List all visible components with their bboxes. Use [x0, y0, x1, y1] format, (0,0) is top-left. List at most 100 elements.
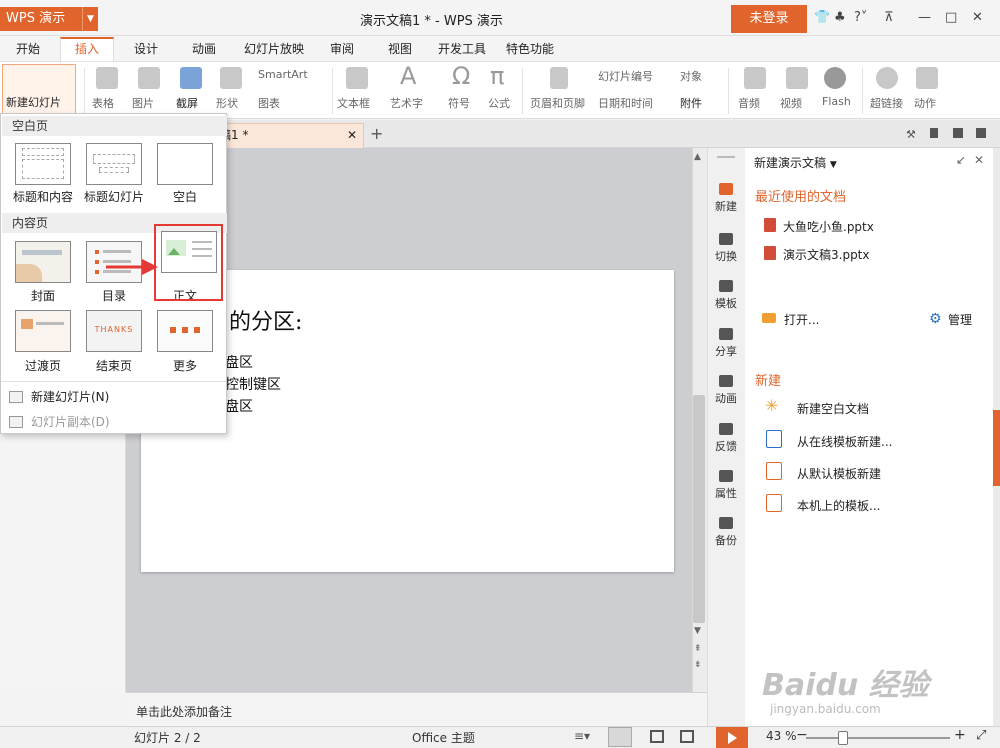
screenshot-button[interactable]: 截屏 — [176, 95, 198, 111]
tab-slideshow[interactable]: 幻灯片放映 — [244, 40, 304, 57]
zoom-level[interactable]: 43 % — [766, 729, 797, 743]
side-animation-button[interactable]: 动画 — [707, 375, 745, 406]
play-slideshow-button[interactable] — [716, 727, 748, 748]
prev-slide-icon[interactable]: ⇞ — [694, 644, 702, 654]
tab-view[interactable]: 视图 — [388, 40, 412, 57]
layout-label: 空白 — [172, 190, 197, 204]
formula-button[interactable]: 公式 — [488, 95, 510, 111]
feedback-icon[interactable]: ♣ — [834, 10, 846, 25]
picture-button[interactable]: 图片 — [132, 95, 154, 111]
layout-thumb-cover[interactable] — [15, 241, 71, 283]
new-blank-link[interactable]: 新建空白文档 — [797, 400, 869, 417]
tab-design[interactable]: 设计 — [134, 40, 158, 57]
skin-icon[interactable]: 👕 — [814, 10, 830, 25]
action-button[interactable]: 动作 — [914, 95, 936, 111]
maximize-icon[interactable]: □ — [945, 10, 957, 25]
normal-view-icon[interactable] — [608, 727, 632, 747]
close-pane-icon[interactable]: ✕ — [974, 153, 984, 167]
ribbon-toggle-icon[interactable]: ⊼ — [884, 10, 894, 25]
side-transition-button[interactable]: 切换 — [707, 233, 745, 264]
layout-thumb-transition[interactable] — [15, 310, 71, 352]
object-button[interactable]: 对象 — [680, 68, 702, 84]
recent-file-link[interactable]: 大鱼吃小鱼.pptx — [783, 218, 874, 235]
layout-thumb-title-slide[interactable] — [86, 143, 142, 185]
symbol-button[interactable]: 符号 — [448, 95, 470, 111]
default-template-link[interactable]: 从默认模板新建 — [797, 465, 881, 482]
online-template-link[interactable]: 从在线模板新建... — [797, 433, 892, 450]
tab-animation[interactable]: 动画 — [192, 40, 216, 57]
video-button[interactable]: 视频 — [780, 95, 802, 111]
minimize-icon[interactable]: — — [918, 10, 931, 25]
side-properties-button[interactable]: 属性 — [707, 470, 745, 501]
align-icon[interactable]: ≡▾ — [574, 729, 590, 743]
gear-icon[interactable]: ⚙ — [929, 311, 942, 327]
hyperlink-button[interactable]: 超链接 — [870, 95, 903, 111]
zoom-in-icon[interactable]: + — [954, 727, 966, 743]
next-slide-icon[interactable]: ⇟ — [694, 660, 702, 670]
flash-button[interactable]: Flash — [822, 95, 851, 108]
side-label: 备份 — [715, 534, 737, 547]
smartart-button[interactable]: SmartArt — [258, 68, 308, 81]
date-time-button[interactable]: 日期和时间 — [598, 95, 653, 111]
fit-window-icon[interactable]: ⤢ — [976, 728, 986, 743]
slide-number-button[interactable]: 幻灯片编号 — [598, 68, 653, 84]
new-slide-button[interactable]: 新建幻灯片 — [2, 64, 76, 116]
table-button[interactable]: 表格 — [92, 95, 114, 111]
drag-handle-icon[interactable] — [717, 156, 735, 158]
scrollbar-thumb[interactable] — [693, 395, 705, 623]
sorter-view-icon[interactable] — [650, 730, 664, 743]
chevron-down-icon[interactable]: ▼ — [82, 7, 98, 31]
wordart-button[interactable]: 艺术字 — [390, 95, 423, 111]
close-tab-icon[interactable]: ✕ — [347, 124, 357, 146]
login-button[interactable]: 未登录 — [731, 5, 807, 33]
tab-home[interactable]: 开始 — [16, 40, 40, 57]
local-template-link[interactable]: 本机上的模板... — [797, 497, 880, 514]
zoom-slider-knob[interactable] — [838, 731, 848, 745]
side-template-button[interactable]: 模板 — [707, 280, 745, 311]
pane-collapse-handle[interactable] — [993, 410, 1000, 486]
header-footer-button[interactable]: 页眉和页脚 — [530, 95, 585, 111]
zoom-slider[interactable] — [806, 737, 950, 739]
slide-title[interactable]: 的分区: — [229, 304, 302, 336]
layout-thumb-ending[interactable]: THANKS — [86, 310, 142, 352]
tab-square-icon[interactable] — [953, 128, 963, 138]
help-icon[interactable]: ?˅ — [854, 10, 867, 25]
backup-icon — [719, 517, 733, 529]
new-tab-icon[interactable]: + — [370, 124, 383, 143]
tab-review[interactable]: 审阅 — [330, 40, 354, 57]
wps-logo-menu[interactable]: WPS 演示 ▼ — [0, 7, 98, 31]
tab-developer[interactable]: 开发工具 — [438, 40, 486, 57]
layout-thumb-title-content[interactable] — [15, 143, 71, 185]
tab-list-icon[interactable] — [976, 128, 986, 138]
pin-icon[interactable]: ↙ — [956, 153, 966, 167]
menu-new-slide[interactable]: 新建幻灯片(N) — [9, 388, 109, 405]
tab-features[interactable]: 特色功能 — [506, 40, 554, 57]
shape-button[interactable]: 形状 — [216, 95, 238, 111]
open-link[interactable]: 打开... — [784, 311, 819, 328]
textbox-button[interactable]: 文本框 — [337, 95, 370, 111]
audio-button[interactable]: 音频 — [738, 95, 760, 111]
chart-button[interactable]: 图表 — [258, 95, 280, 111]
zoom-out-icon[interactable]: − — [796, 727, 808, 743]
side-share-button[interactable]: 分享 — [707, 328, 745, 359]
close-icon[interactable]: ✕ — [972, 10, 983, 25]
notes-pane[interactable]: 单击此处添加备注 — [126, 692, 707, 726]
side-backup-button[interactable]: 备份 — [707, 517, 745, 548]
side-new-button[interactable]: 新建 — [707, 183, 745, 214]
tab-insert[interactable]: 插入 — [60, 37, 114, 61]
side-feedback-button[interactable]: 反馈 — [707, 423, 745, 454]
attachment-button[interactable]: 附件 — [680, 95, 702, 111]
layout-thumb-more[interactable] — [157, 310, 213, 352]
reading-view-icon[interactable] — [680, 730, 694, 743]
scroll-up-icon[interactable]: ▲ — [694, 152, 701, 162]
tab-doc-icon[interactable] — [930, 128, 938, 138]
scroll-down-icon[interactable]: ▼ — [694, 626, 701, 636]
task-pane-header[interactable]: 新建演示文稿 ▼ — [754, 154, 837, 171]
manage-link[interactable]: 管理 — [948, 311, 972, 328]
recent-file-link[interactable]: 演示文稿3.pptx — [783, 246, 870, 263]
new-slide-small-icon — [9, 391, 23, 403]
slide-body[interactable]: 盘区 控制键区 盘区 — [225, 352, 281, 418]
video-icon — [786, 67, 808, 89]
layout-thumb-blank[interactable] — [157, 143, 213, 185]
tab-tool-icon[interactable]: ⚒ — [906, 128, 916, 141]
